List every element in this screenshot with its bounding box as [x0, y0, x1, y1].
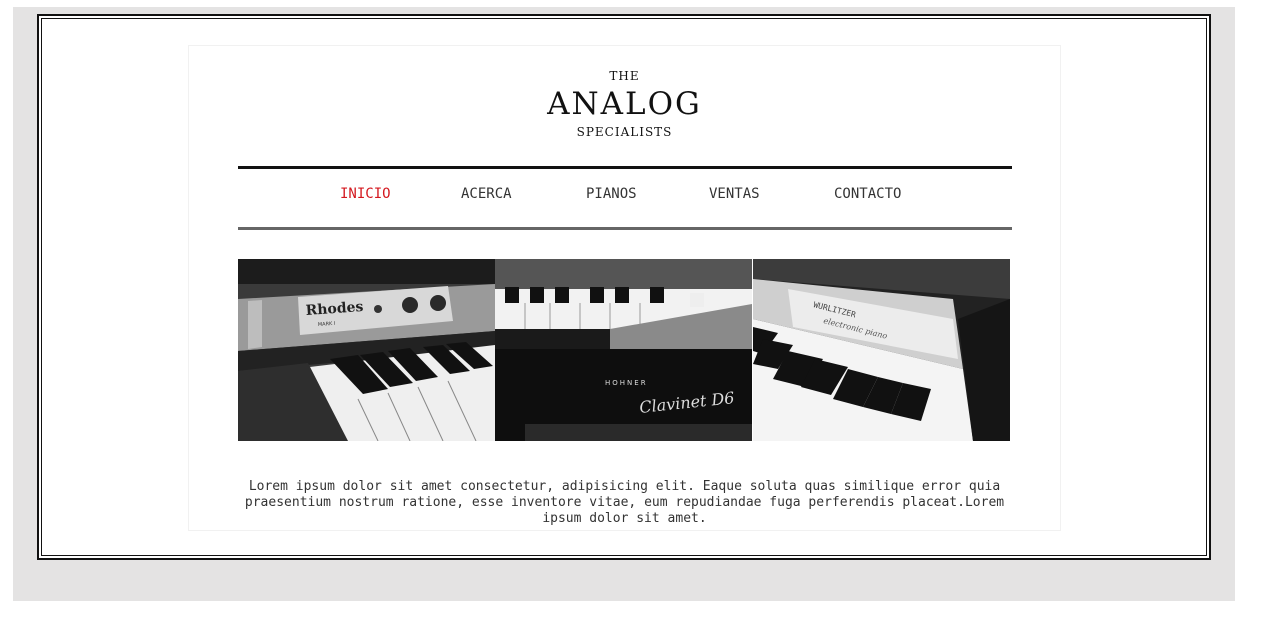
logo-prefix: THE	[609, 69, 640, 83]
main-nav: INICIO ACERCA PIANOS VENTAS CONTACTO	[238, 166, 1012, 230]
logo-title: ANALOG	[547, 86, 702, 122]
nav-item-inicio[interactable]: INICIO	[340, 186, 391, 202]
nav-item-contacto[interactable]: CONTACTO	[834, 186, 901, 202]
hero-image-wurlitzer: WURLITZER electronic piano	[752, 259, 1010, 441]
hero-image-clavinet: HOHNER Clavinet D6	[495, 259, 753, 441]
logo-suffix: SPECIALISTS	[576, 125, 673, 139]
rhodes-photo: Rhodes MARK I	[238, 259, 495, 441]
site-frame: THE ANALOG SPECIALISTS INICIO ACERCA PIA…	[37, 14, 1211, 560]
nav-item-pianos[interactable]: PIANOS	[586, 186, 637, 202]
site-logo[interactable]: THE ANALOG SPECIALISTS	[189, 68, 1060, 140]
intro-text: Lorem ipsum dolor sit amet consectetur, …	[244, 479, 1005, 526]
nav-item-acerca[interactable]: ACERCA	[461, 186, 512, 202]
hohner-brand-text: HOHNER	[605, 379, 648, 387]
rhodes-model-text: MARK I	[318, 321, 336, 328]
hero-image-strip: Rhodes MARK I HOHNER Clavinet D6 WURLITZ…	[238, 259, 1010, 441]
clavinet-photo: HOHNER Clavinet D6	[495, 259, 753, 441]
wurlitzer-photo: WURLITZER electronic piano	[752, 259, 1010, 441]
hero-image-rhodes: Rhodes MARK I	[238, 259, 495, 441]
content-card: THE ANALOG SPECIALISTS INICIO ACERCA PIA…	[188, 45, 1061, 531]
nav-item-ventas[interactable]: VENTAS	[709, 186, 760, 202]
